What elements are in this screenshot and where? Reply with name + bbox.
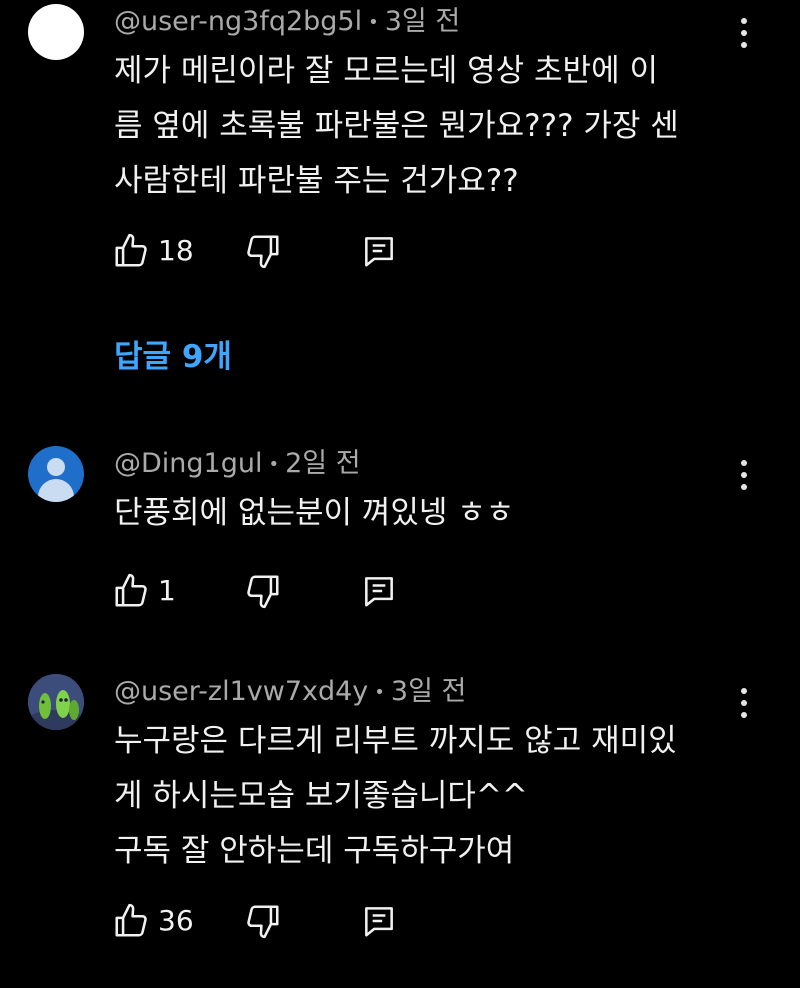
dislike-button[interactable] <box>244 572 282 612</box>
comment-time: 3일 전 <box>390 676 467 707</box>
like-button[interactable] <box>112 572 150 612</box>
author-name[interactable]: @user-zl1vw7xd4y <box>114 676 368 707</box>
comment-line: 름 옆에 초록불 파란불은 뭔가요??? 가장 센 <box>114 108 679 144</box>
comment-time: 2일 전 <box>285 448 361 479</box>
like-button[interactable] <box>112 902 150 942</box>
comment-text: 누구랑은 다르게 리부트 까지도 않고 재미있 게 하시는모습 보기좋습니다^^… <box>114 714 754 879</box>
avatar-body-shape <box>38 479 74 502</box>
replies-toggle[interactable]: 답글 9개 <box>114 337 232 377</box>
author-name[interactable]: @Ding1gul <box>114 448 262 479</box>
avatar-artwork <box>28 674 84 730</box>
like-count: 1 <box>158 574 176 607</box>
dislike-button[interactable] <box>244 902 282 942</box>
thumb-down-icon <box>247 575 279 609</box>
reply-icon <box>365 237 393 267</box>
comment-meta: @Ding1gul • 2일 전 <box>114 447 361 482</box>
like-count: 36 <box>158 904 194 937</box>
comment-line: 제가 메린이라 잘 모르는데 영상 초반에 이 <box>114 53 658 89</box>
author-name[interactable]: @user-ng3fq2bg5l <box>114 6 362 37</box>
thumb-up-icon <box>115 903 147 937</box>
thumb-up-icon <box>115 233 147 267</box>
comment-text: 제가 메린이라 잘 모르는데 영상 초반에 이 름 옆에 초록불 파란불은 뭔가… <box>114 44 754 209</box>
thumb-up-icon <box>115 573 147 607</box>
reply-icon <box>365 907 393 937</box>
separator: • <box>368 11 379 33</box>
comment-line: 단풍회에 없는분이 껴있넹 ㅎㅎ <box>114 495 515 531</box>
comment-line: 누구랑은 다르게 리부트 까지도 않고 재미있 <box>114 723 677 759</box>
comment-text: 단풍회에 없는분이 껴있넹 ㅎㅎ <box>114 486 754 541</box>
thumb-down-icon <box>247 905 279 939</box>
separator: • <box>374 681 385 703</box>
avatar-head-shape <box>47 458 65 476</box>
comment-line: 구독 잘 안하는데 구독하구가여 <box>114 833 515 869</box>
comment-line: 게 하시는모습 보기좋습니다^^ <box>114 778 528 814</box>
reply-button[interactable] <box>360 232 398 272</box>
comment-meta: @user-zl1vw7xd4y • 3일 전 <box>114 675 466 710</box>
reply-button[interactable] <box>360 572 398 612</box>
thumb-down-icon <box>247 235 279 269</box>
comment-meta: @user-ng3fq2bg5l • 3일 전 <box>114 5 460 40</box>
reply-button[interactable] <box>360 902 398 942</box>
avatar[interactable] <box>28 446 84 502</box>
comment-line: 사람한테 파란불 주는 건가요?? <box>114 163 519 199</box>
like-button[interactable] <box>112 232 150 272</box>
avatar[interactable] <box>28 4 84 60</box>
reply-icon <box>365 577 393 607</box>
like-count: 18 <box>158 234 194 267</box>
comment-time: 3일 전 <box>384 6 461 37</box>
separator: • <box>268 453 280 475</box>
avatar[interactable] <box>28 674 84 730</box>
dislike-button[interactable] <box>244 232 282 272</box>
